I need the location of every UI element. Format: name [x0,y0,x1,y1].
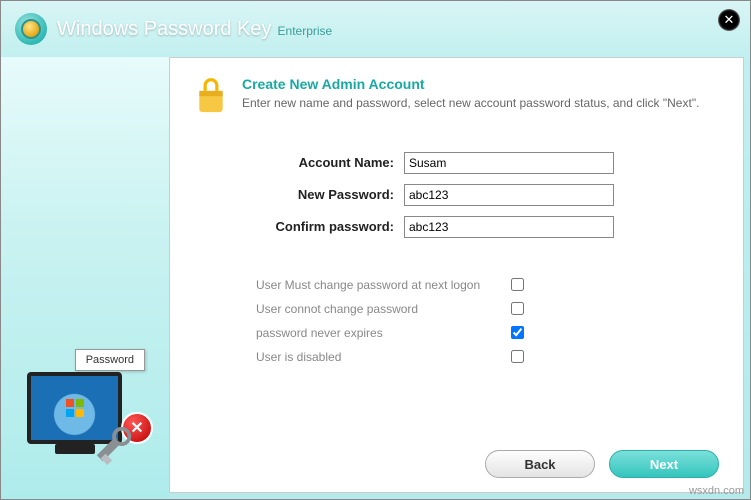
new-password-label: New Password: [254,187,404,202]
account-name-input[interactable] [404,152,614,174]
options: User Must change password at next logon … [256,278,719,374]
app-edition: Enterprise [278,24,333,38]
opt-disabled-checkbox[interactable] [511,350,524,363]
intro: Create New Admin Account Enter new name … [194,76,719,124]
app-window: Windows Password Key Enterprise ✕ Passwo… [0,0,751,500]
opt-disabled-label: User is disabled [256,350,511,364]
title-bar: Windows Password Key Enterprise ✕ [1,1,750,57]
confirm-password-label: Confirm password: [254,219,404,234]
app-title: Windows Password Key [57,18,272,41]
windows-logo-icon [66,399,84,417]
padlock-icon [194,76,228,124]
account-name-label: Account Name: [254,155,404,170]
footer: Back Next [194,440,719,478]
main-panel: Create New Admin Account Enter new name … [169,57,744,493]
opt-cannot-change-checkbox[interactable] [511,302,524,315]
opt-must-change-label: User Must change password at next logon [256,278,511,292]
sidebar: Password ✕ [1,57,169,499]
back-button[interactable]: Back [485,450,595,478]
close-button[interactable]: ✕ [718,9,740,31]
wrench-icon [93,423,139,469]
section-description: Enter new name and password, select new … [242,96,699,110]
opt-cannot-change-label: User connot change password [256,302,511,316]
confirm-password-input[interactable] [404,216,614,238]
section-heading: Create New Admin Account [242,76,699,92]
new-password-input[interactable] [404,184,614,206]
app-logo-icon [15,13,47,45]
body: Password ✕ Create New Admin Account Ente [1,57,750,499]
opt-never-expires-label: password never expires [256,326,511,340]
password-badge: Password [75,349,145,371]
illustration: Password ✕ [9,327,159,477]
opt-must-change-checkbox[interactable] [511,278,524,291]
watermark: wsxdn.com [689,485,744,497]
close-icon: ✕ [724,12,735,28]
form: Account Name: New Password: Confirm pass… [254,152,719,248]
opt-never-expires-checkbox[interactable] [511,326,524,339]
next-button[interactable]: Next [609,450,719,478]
